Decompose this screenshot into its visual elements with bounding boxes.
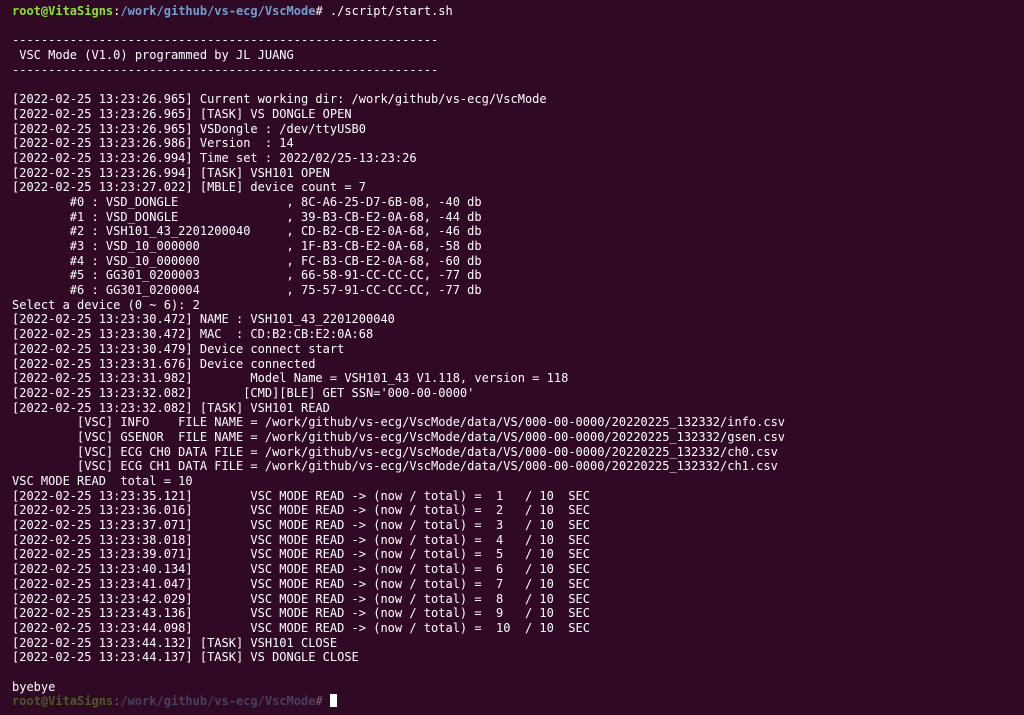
- terminal-output-line: #3 : VSD_10_000000 , 1F-B3-CB-E2-0A-68, …: [12, 239, 482, 253]
- prompt-command: ./script/start.sh: [329, 4, 453, 18]
- terminal-output-line: [2022-02-25 13:23:43.136] VSC MODE READ …: [12, 606, 590, 621]
- terminal-output-line: VSC Mode (V1.0) programmed by JL JUANG: [12, 48, 294, 63]
- new-prompt-path: /work/github/vs-ecg/VscMode: [120, 694, 316, 709]
- terminal-output-line: #4 : VSD_10_000000 , FC-B3-CB-E2-0A-68, …: [12, 253, 482, 268]
- terminal-output-line: [2022-02-25 13:23:26.994] Time set : 202…: [12, 150, 417, 165]
- terminal-output-line: #6 : GG301_0200004 , 75-57-91-CC-CC-CC, …: [12, 283, 482, 298]
- terminal-output-line: #5 : GG301_0200003 , 66-58-91-CC-CC-CC, …: [12, 268, 482, 283]
- terminal-output-line: [2022-02-25 13:23:26.994] [TASK] VSH101 …: [12, 165, 330, 180]
- terminal-output-line: [VSC] ECG CH1 DATA FILE = /work/github/v…: [12, 459, 778, 474]
- command-prompt-line: root@VitaSigns:/work/github/vs-ecg/VscMo…: [12, 4, 1024, 19]
- terminal-output-line: [VSC] ECG CH0 DATA FILE = /work/github/v…: [12, 444, 778, 459]
- terminal-output-line: [2022-02-25 13:23:38.018] VSC MODE READ …: [12, 532, 590, 547]
- terminal-output-line: ----------------------------------------…: [12, 33, 439, 48]
- terminal-output-line: [2022-02-25 13:23:42.029] VSC MODE READ …: [12, 591, 590, 606]
- terminal-output-line: [2022-02-25 13:23:44.132] [TASK] VSH101 …: [12, 635, 338, 650]
- terminal-output-line: [VSC] INFO FILE NAME = /work/github/vs-e…: [12, 415, 786, 430]
- terminal-output-line: [2022-02-25 13:23:30.472] NAME : VSH101_…: [12, 312, 395, 327]
- terminal-output-line: [2022-02-25 13:23:31.676] Device connect…: [12, 356, 316, 371]
- terminal-output-line: [2022-02-25 13:23:36.016] VSC MODE READ …: [12, 503, 590, 518]
- terminal-output-line: [2022-02-25 13:23:32.082] [CMD][BLE] GET…: [12, 385, 475, 400]
- terminal-output-line: [2022-02-25 13:23:26.986] Version : 14: [12, 136, 294, 151]
- terminal-output-line: [2022-02-25 13:23:26.965] VSDongle : /de…: [12, 121, 367, 136]
- terminal-output-line: VSC MODE READ total = 10: [12, 474, 193, 488]
- terminal-output-line: ----------------------------------------…: [12, 62, 439, 77]
- terminal-output: ----------------------------------------…: [12, 19, 1024, 695]
- terminal-output-line: [2022-02-25 13:23:31.982] Model Name = V…: [12, 371, 569, 386]
- terminal-output-line: byebye: [12, 679, 56, 694]
- terminal-output-line: [2022-02-25 13:23:30.472] MAC : CD:B2:CB…: [12, 327, 374, 342]
- terminal-output-line: #0 : VSD_DONGLE , 8C-A6-25-D7-6B-08, -40…: [12, 194, 482, 209]
- terminal-output-line: #2 : VSH101_43_2201200040 , CD-B2-CB-E2-…: [12, 224, 482, 239]
- terminal-output-line: [VSC] GSENOR FILE NAME = /work/github/vs…: [12, 429, 786, 444]
- terminal-output-line: [2022-02-25 13:23:27.022] [MBLE] device …: [12, 180, 367, 195]
- terminal-output-line: [2022-02-25 13:23:44.098] VSC MODE READ …: [12, 620, 590, 635]
- prompt-user-host: root@VitaSigns: [12, 4, 114, 18]
- terminal-output-line: [2022-02-25 13:23:40.134] VSC MODE READ …: [12, 562, 590, 577]
- terminal-output-line: [2022-02-25 13:23:41.047] VSC MODE READ …: [12, 576, 590, 591]
- new-prompt-user-host: root@VitaSigns: [12, 694, 114, 709]
- terminal-output-line: [2022-02-25 13:23:39.071] VSC MODE READ …: [12, 547, 590, 562]
- prompt-path: /work/github/vs-ecg/VscMode: [120, 4, 316, 18]
- terminal-output-line: [2022-02-25 13:23:44.137] [TASK] VS DONG…: [12, 650, 359, 665]
- terminal-output-line: [2022-02-25 13:23:30.479] Device connect…: [12, 341, 345, 356]
- terminal-output-line: [2022-02-25 13:23:32.082] [TASK] VSH101 …: [12, 400, 330, 415]
- terminal-output-line: Select a device (0 ~ 6): 2: [12, 297, 200, 312]
- terminal-output-line: [2022-02-25 13:23:37.071] VSC MODE READ …: [12, 518, 590, 533]
- terminal-output-line: [2022-02-25 13:23:26.965] Current workin…: [12, 92, 547, 107]
- prompt-symbol: #: [315, 4, 330, 18]
- new-prompt-symbol: #: [315, 694, 330, 709]
- terminal-window[interactable]: root@VitaSigns:/work/github/vs-ecg/VscMo…: [0, 0, 1024, 715]
- terminal-output-line: #1 : VSD_DONGLE , 39-B3-CB-E2-0A-68, -44…: [12, 209, 482, 224]
- terminal-output-line: [2022-02-25 13:23:35.121] VSC MODE READ …: [12, 488, 590, 503]
- text-cursor-icon: [329, 694, 337, 708]
- terminal-output-line: [2022-02-25 13:23:26.965] [TASK] VS DONG…: [12, 106, 352, 121]
- new-prompt-line[interactable]: root@VitaSigns:/work/github/vs-ecg/VscMo…: [12, 694, 1024, 709]
